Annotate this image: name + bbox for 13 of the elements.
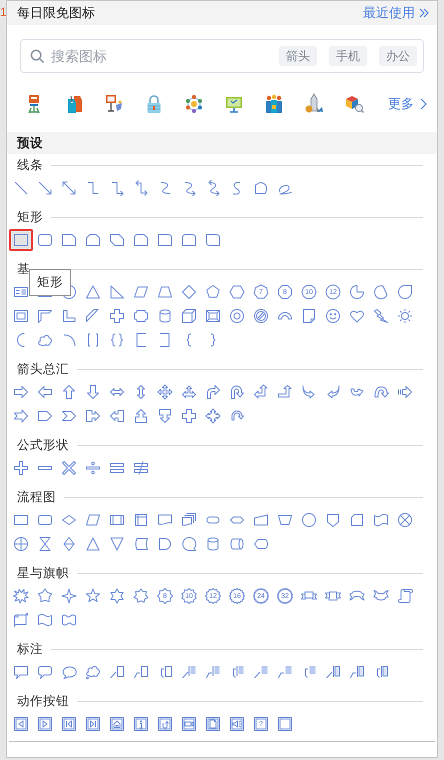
group-title: 线条 <box>17 156 43 174</box>
group-title: 流程图 <box>17 488 56 506</box>
group-title: 基 <box>17 260 30 278</box>
header-title: 每日限免图标 <box>17 4 95 22</box>
group-title: 动作按钮 <box>17 692 69 710</box>
group-title: 标注 <box>17 640 43 658</box>
presets-title: 预设 <box>17 134 43 152</box>
group-title: 公式形状 <box>17 436 69 454</box>
tooltip: 矩形 <box>29 269 71 296</box>
background-fragment: 1 <box>0 6 7 18</box>
group-title: 星与旗帜 <box>17 564 69 582</box>
group-title: 矩形 <box>17 208 43 226</box>
group-title: 箭头总汇 <box>17 360 69 378</box>
